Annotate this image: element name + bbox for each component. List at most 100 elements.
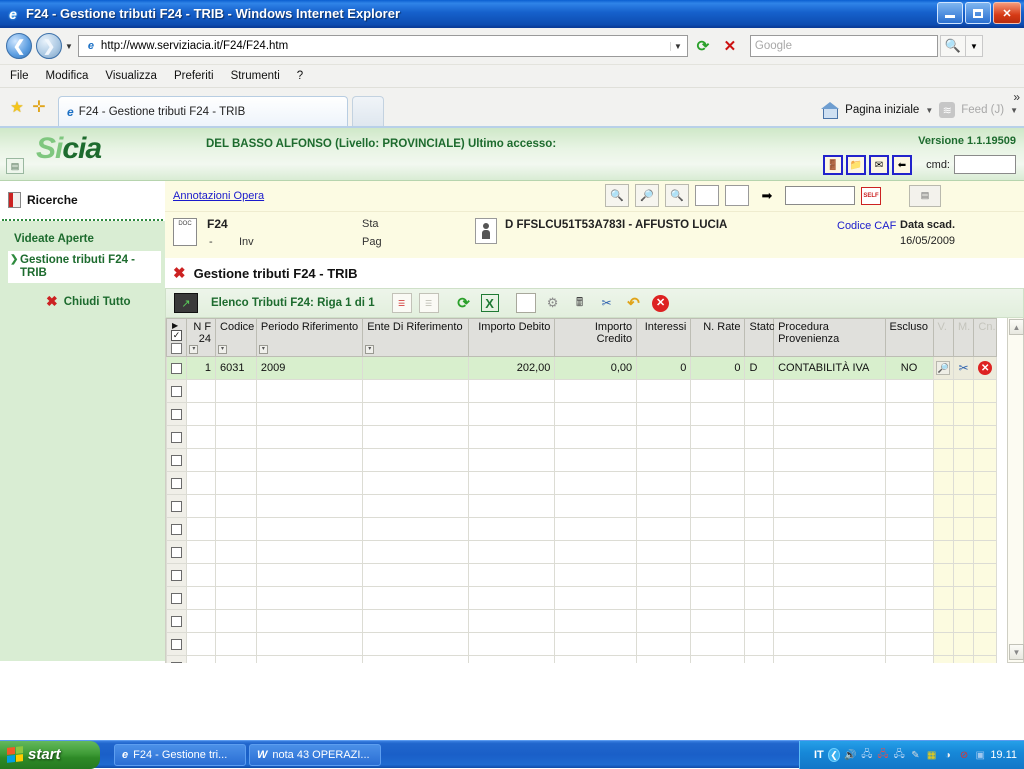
cell-empty[interactable] [637, 587, 691, 610]
row-checkbox-cell[interactable] [167, 380, 187, 403]
cell-empty[interactable] [187, 656, 216, 664]
cell-empty[interactable] [187, 541, 216, 564]
cell-empty[interactable] [774, 610, 885, 633]
cell-empty[interactable] [745, 656, 774, 664]
table-row-empty[interactable] [167, 426, 997, 449]
cell-empty[interactable] [774, 495, 885, 518]
scissors-euro-icon[interactable]: ✂ [597, 293, 617, 313]
filter-icon[interactable]: ▾ [218, 345, 227, 354]
deselect-all-checkbox[interactable] [171, 343, 182, 354]
cell-empty[interactable] [637, 380, 691, 403]
cell-empty[interactable] [745, 495, 774, 518]
row-checkbox[interactable] [171, 662, 182, 664]
close-button[interactable]: ✕ [993, 2, 1021, 24]
minimize-button[interactable] [937, 2, 963, 24]
cell-empty[interactable] [745, 633, 774, 656]
row-checkbox-cell[interactable] [167, 357, 187, 380]
cell-empty[interactable] [187, 403, 216, 426]
cell-empty[interactable] [187, 518, 216, 541]
cell-empty[interactable] [691, 610, 745, 633]
id-card-icon[interactable]: ▤ [909, 185, 941, 207]
table-row-empty[interactable] [167, 380, 997, 403]
cell-empty[interactable] [555, 495, 637, 518]
taskbar-item-ie[interactable]: e F24 - Gestione tri... [114, 744, 246, 766]
cell-empty[interactable] [885, 541, 933, 564]
cell-empty[interactable] [468, 380, 555, 403]
cell-empty[interactable] [187, 564, 216, 587]
cell-empty[interactable] [256, 495, 362, 518]
sidebar-toggle-icon[interactable]: ▤ [6, 158, 24, 174]
cell-empty[interactable] [187, 472, 216, 495]
menu-modifica[interactable]: Modifica [46, 70, 89, 82]
cell-empty[interactable] [885, 495, 933, 518]
cell-empty[interactable] [216, 403, 257, 426]
cell-empty[interactable] [363, 656, 468, 664]
cell-empty[interactable] [691, 380, 745, 403]
address-dropdown-icon[interactable]: ▼ [670, 42, 685, 51]
cell-empty[interactable] [555, 587, 637, 610]
cell-empty[interactable] [885, 426, 933, 449]
col-escluso[interactable]: Escluso [885, 319, 933, 357]
cell-empty[interactable] [691, 541, 745, 564]
row-checkbox-cell[interactable] [167, 426, 187, 449]
cell-empty[interactable] [216, 564, 257, 587]
cell-empty[interactable] [555, 426, 637, 449]
cell-empty[interactable] [774, 380, 885, 403]
table-row-empty[interactable] [167, 587, 997, 610]
cell-empty[interactable] [885, 656, 933, 664]
annot-field-1[interactable] [695, 185, 719, 206]
cell-empty[interactable] [363, 587, 468, 610]
cell-empty[interactable] [256, 656, 362, 664]
col-codice[interactable]: Codice▾ [216, 319, 257, 357]
cell-empty[interactable] [745, 380, 774, 403]
cell-n-f24[interactable]: 1 [187, 357, 216, 380]
cell-empty[interactable] [637, 472, 691, 495]
cell-debito[interactable]: 202,00 [468, 357, 555, 380]
col-importo-debito[interactable]: Importo Debito [468, 319, 555, 357]
cell-empty[interactable] [468, 472, 555, 495]
col-n-rate[interactable]: N. Rate [691, 319, 745, 357]
table-row-empty[interactable] [167, 472, 997, 495]
table-row[interactable]: 1 6031 2009 202,00 0,00 0 0 D CONTABILIT… [167, 357, 997, 380]
maximize-button[interactable] [965, 2, 991, 24]
table-row-empty[interactable] [167, 610, 997, 633]
cell-empty[interactable] [363, 564, 468, 587]
cell-empty[interactable] [256, 633, 362, 656]
row-checkbox-cell[interactable] [167, 610, 187, 633]
sidebar-item-gestione-tributi[interactable]: ❯ Gestione tributi F24 - TRIB [8, 251, 161, 283]
cell-empty[interactable] [468, 564, 555, 587]
cell-view-action[interactable]: 🔎 [933, 357, 953, 380]
table-row-empty[interactable] [167, 656, 997, 664]
scroll-down-icon[interactable]: ▼ [1009, 644, 1024, 660]
cell-empty[interactable] [363, 495, 468, 518]
cell-empty[interactable] [745, 518, 774, 541]
table-row-empty[interactable] [167, 633, 997, 656]
cell-modify-action[interactable]: ✂ [953, 357, 973, 380]
cell-empty[interactable] [885, 472, 933, 495]
cell-empty[interactable] [216, 587, 257, 610]
search-provider-chevron-down-icon[interactable]: ▼ [966, 35, 983, 57]
row-checkbox[interactable] [171, 639, 182, 650]
row-checkbox-cell[interactable] [167, 403, 187, 426]
row-checkbox-cell[interactable] [167, 541, 187, 564]
cell-empty[interactable] [774, 541, 885, 564]
row-checkbox[interactable] [171, 432, 182, 443]
cell-empty[interactable] [745, 403, 774, 426]
row-checkbox[interactable] [171, 616, 182, 627]
list-compact-icon[interactable]: ☰ [419, 293, 439, 313]
cell-empty[interactable] [216, 541, 257, 564]
network2-icon[interactable]: 🖧 [893, 748, 905, 762]
row-checkbox[interactable] [171, 570, 182, 581]
cell-empty[interactable] [637, 633, 691, 656]
col-procedura-provenienza[interactable]: Procedura Provenienza [774, 319, 885, 357]
codice-caf-label[interactable]: Codice CAF [837, 220, 896, 232]
row-checkbox[interactable] [171, 386, 182, 397]
cell-empty[interactable] [691, 656, 745, 664]
cell-empty[interactable] [691, 426, 745, 449]
table-row-empty[interactable] [167, 518, 997, 541]
col-periodo-riferimento[interactable]: Periodo Riferimento▾ [256, 319, 362, 357]
cell-empty[interactable] [363, 518, 468, 541]
cell-empty[interactable] [774, 403, 885, 426]
col-v[interactable]: V. [933, 319, 953, 357]
cell-empty[interactable] [187, 587, 216, 610]
